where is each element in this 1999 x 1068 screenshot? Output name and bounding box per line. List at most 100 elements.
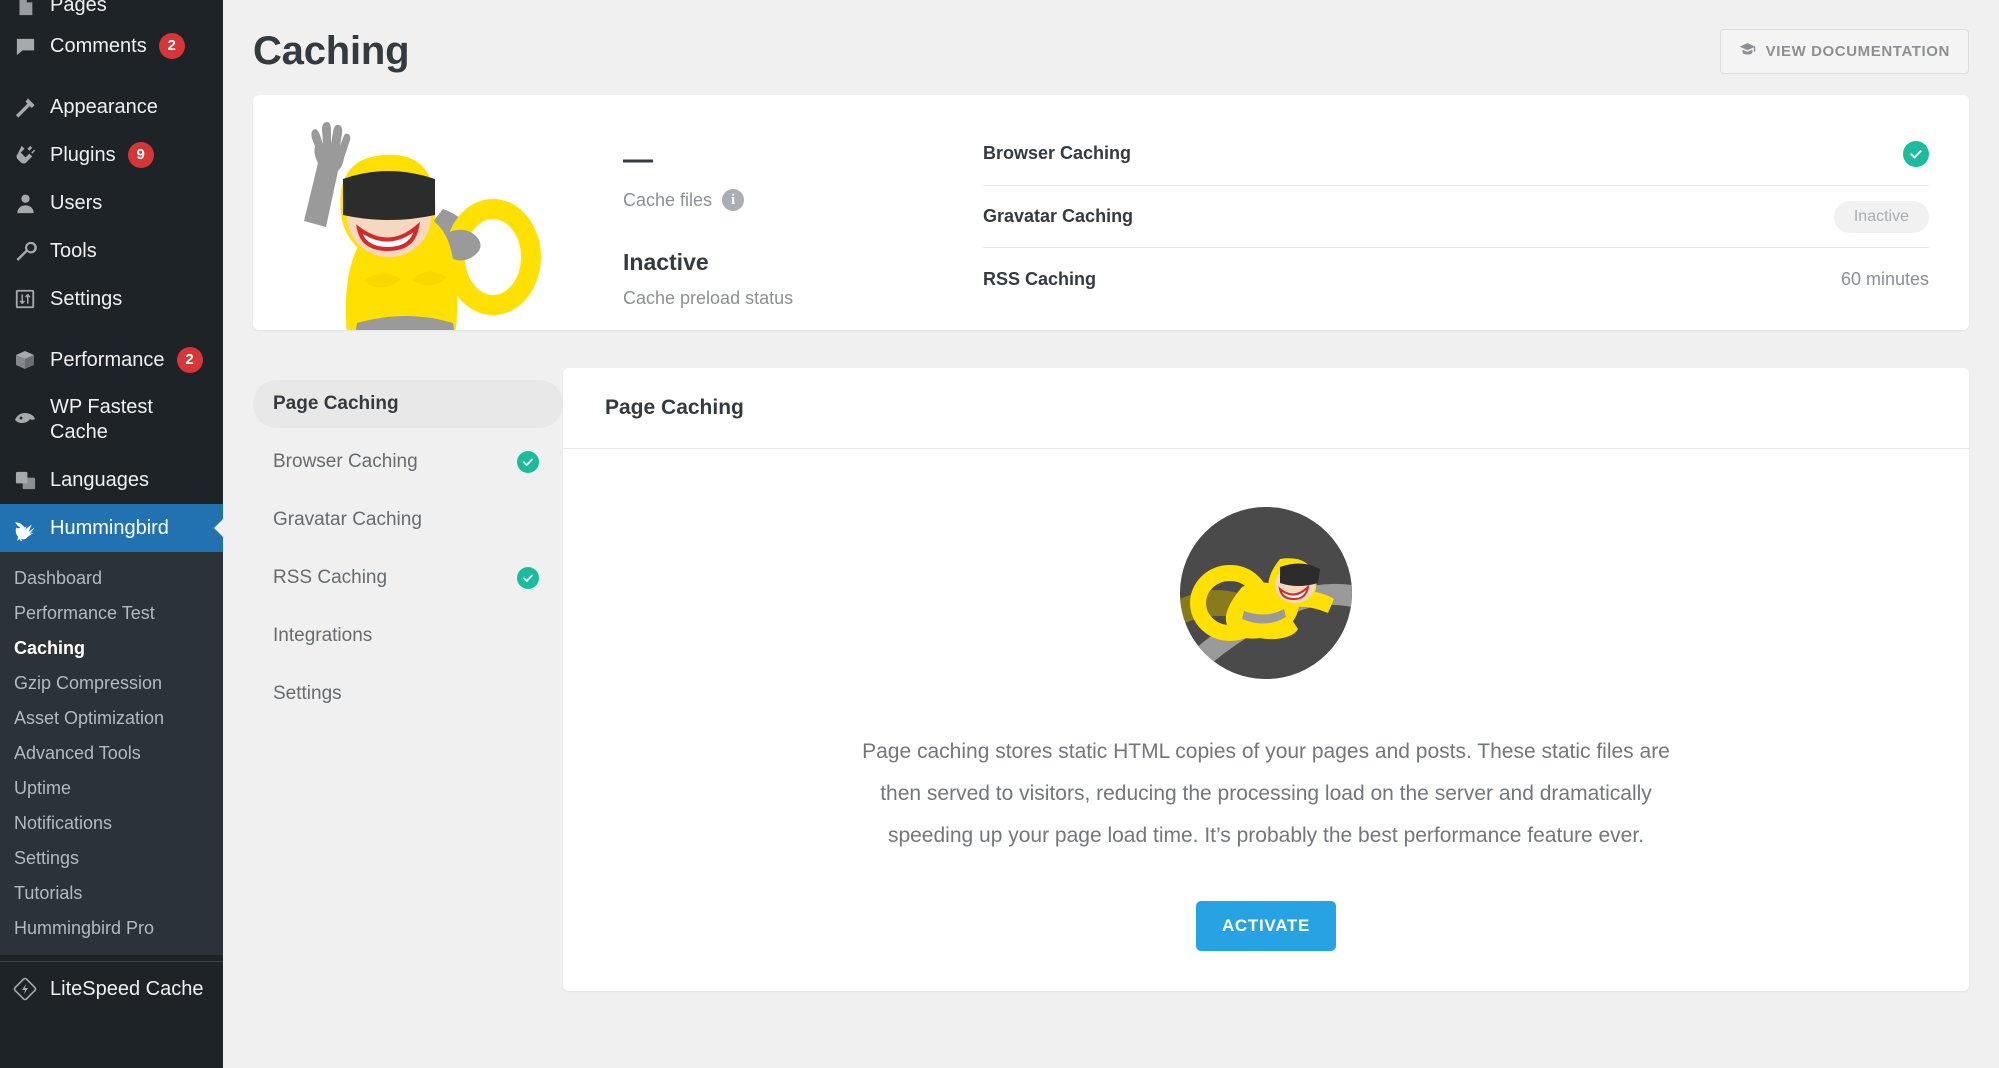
page-header: Caching VIEW DOCUMENTATION <box>253 0 1969 95</box>
sidebar-item-label: Appearance <box>50 95 158 118</box>
sidebar-item-label: Plugins <box>50 143 116 166</box>
sidebar-item-users[interactable]: Users <box>0 179 223 227</box>
check-circle-icon <box>517 567 539 589</box>
tab-label: RSS Caching <box>273 567 388 588</box>
sidebar-item-litespeed-cache[interactable]: LiteSpeed Cache <box>0 962 223 1013</box>
status-badge-inactive: Inactive <box>1833 200 1929 233</box>
tab-label: Page Caching <box>273 393 399 414</box>
sidebar-item-languages[interactable]: Languages <box>0 456 223 504</box>
settings-icon <box>12 286 38 312</box>
caching-lower-section: Page Caching Browser Caching Gravatar Ca… <box>253 368 1969 991</box>
performance-icon <box>12 347 38 373</box>
sidebar-divider-2 <box>0 323 223 336</box>
sidebar-item-label: Languages <box>50 468 149 491</box>
wp-admin-sidebar: Pages Comments 2 Appearance Plugins 9 Us… <box>0 0 223 1068</box>
sidebar-item-label: LiteSpeed Cache <box>50 977 204 1000</box>
flying-hummingbird-hero-circle <box>1180 507 1352 679</box>
tab-label: Integrations <box>273 625 373 646</box>
sidebar-item-label: Pages <box>50 0 107 16</box>
sidebar-item-label: Comments <box>50 34 147 57</box>
tab-browser-caching[interactable]: Browser Caching <box>253 438 563 486</box>
activate-button[interactable]: ACTIVATE <box>1195 901 1337 951</box>
admin-screen: Pages Comments 2 Appearance Plugins 9 Us… <box>0 0 1999 1068</box>
tab-page-caching[interactable]: Page Caching <box>253 380 563 428</box>
sidebar-item-plugins[interactable]: Plugins 9 <box>0 131 223 179</box>
submenu-item-advanced-tools[interactable]: Advanced Tools <box>0 736 223 771</box>
row-label: Gravatar Caching <box>983 206 1134 226</box>
litespeed-icon <box>12 976 38 1002</box>
submenu-item-gzip-compression[interactable]: Gzip Compression <box>0 666 223 701</box>
sidebar-item-hummingbird[interactable]: Hummingbird <box>0 504 223 552</box>
cache-files-value: — <box>623 143 653 176</box>
submenu-item-performance-test[interactable]: Performance Test <box>0 596 223 631</box>
sidebar-item-label: Tools <box>50 239 97 262</box>
submenu-item-tutorials[interactable]: Tutorials <box>0 876 223 911</box>
sidebar-badge-comments: 2 <box>158 33 185 59</box>
tab-rss-caching[interactable]: RSS Caching <box>253 554 563 602</box>
panel-body: Page caching stores static HTML copies o… <box>563 449 1969 991</box>
check-circle-icon <box>1903 140 1929 167</box>
summary-stats-column: — Cache files i Inactive Cache preload s… <box>583 95 943 330</box>
cache-preload-value: Inactive <box>623 249 709 275</box>
hummingbird-submenu: Dashboard Performance Test Caching Gzip … <box>0 552 223 955</box>
comments-icon <box>12 33 38 59</box>
sidebar-item-settings[interactable]: Settings <box>0 275 223 323</box>
summary-row-browser-caching: Browser Caching <box>983 123 1929 186</box>
sidebar-divider <box>0 70 223 83</box>
pages-icon <box>12 0 38 19</box>
sidebar-item-wp-fastest-cache[interactable]: WP Fastest Cache <box>0 384 223 456</box>
tab-integrations[interactable]: Integrations <box>253 612 563 660</box>
row-label: Browser Caching <box>983 143 1132 164</box>
cache-preload-label: Cache preload status <box>623 288 794 308</box>
submenu-item-uptime[interactable]: Uptime <box>0 771 223 806</box>
sidebar-item-label: Settings <box>50 287 123 310</box>
sidebar-item-performance[interactable]: Performance 2 <box>0 336 223 384</box>
sidebar-item-label: Hummingbird <box>50 516 169 539</box>
tab-label: Gravatar Caching <box>273 509 422 530</box>
tab-settings[interactable]: Settings <box>253 670 563 718</box>
caching-tabs: Page Caching Browser Caching Gravatar Ca… <box>253 368 563 728</box>
tools-icon <box>12 238 38 264</box>
hero-illustration-wrap <box>253 95 583 330</box>
check-circle-icon <box>517 451 539 473</box>
tab-gravatar-caching[interactable]: Gravatar Caching <box>253 496 563 544</box>
languages-icon <box>12 467 38 493</box>
sidebar-item-label: Performance <box>50 348 165 371</box>
wp-fastest-cache-icon <box>12 407 38 433</box>
sidebar-item-pages[interactable]: Pages <box>0 0 223 22</box>
sidebar-item-label: Users <box>50 191 103 214</box>
hummingbird-hero-illustration <box>271 95 561 330</box>
sidebar-badge-performance: 2 <box>176 347 203 373</box>
submenu-item-dashboard[interactable]: Dashboard <box>0 561 223 596</box>
users-icon <box>12 190 38 216</box>
view-documentation-button[interactable]: VIEW DOCUMENTATION <box>1719 29 1969 74</box>
summary-row-gravatar-caching: Gravatar Caching Inactive <box>983 186 1929 249</box>
info-icon[interactable]: i <box>722 189 745 211</box>
sidebar-item-tools[interactable]: Tools <box>0 227 223 275</box>
panel-title: Page Caching <box>563 368 1969 449</box>
tab-label: Settings <box>273 683 342 704</box>
sidebar-badge-plugins: 9 <box>127 142 154 168</box>
page-caching-description: Page caching stores static HTML copies o… <box>862 740 1670 847</box>
cache-files-label-row: Cache files i <box>623 189 943 211</box>
page-title: Caching <box>253 29 410 73</box>
sidebar-item-label: WP Fastest Cache <box>50 396 153 443</box>
submenu-item-settings[interactable]: Settings <box>0 841 223 876</box>
submenu-item-asset-optimization[interactable]: Asset Optimization <box>0 701 223 736</box>
row-value: 60 minutes <box>1840 268 1929 289</box>
submenu-item-notifications[interactable]: Notifications <box>0 806 223 841</box>
main-content: Caching VIEW DOCUMENTATION — Cache files… <box>223 0 1999 1068</box>
tab-label: Browser Caching <box>273 451 418 472</box>
graduation-cap-icon <box>1739 41 1756 62</box>
sidebar-item-appearance[interactable]: Appearance <box>0 83 223 131</box>
sidebar-item-comments[interactable]: Comments 2 <box>0 22 223 70</box>
submenu-item-hummingbird-pro[interactable]: Hummingbird Pro <box>0 911 223 946</box>
page-caching-panel: Page Caching Page caching stores static … <box>563 368 1969 991</box>
plugins-icon <box>12 142 38 168</box>
summary-rows-column: Browser Caching Gravatar Caching Inactiv… <box>943 95 1969 330</box>
submenu-item-caching[interactable]: Caching <box>0 631 223 666</box>
summary-row-rss-caching: RSS Caching 60 minutes <box>983 248 1929 310</box>
hummingbird-icon <box>12 515 38 541</box>
view-documentation-label: VIEW DOCUMENTATION <box>1765 43 1950 60</box>
caching-summary-card: — Cache files i Inactive Cache preload s… <box>253 95 1969 330</box>
